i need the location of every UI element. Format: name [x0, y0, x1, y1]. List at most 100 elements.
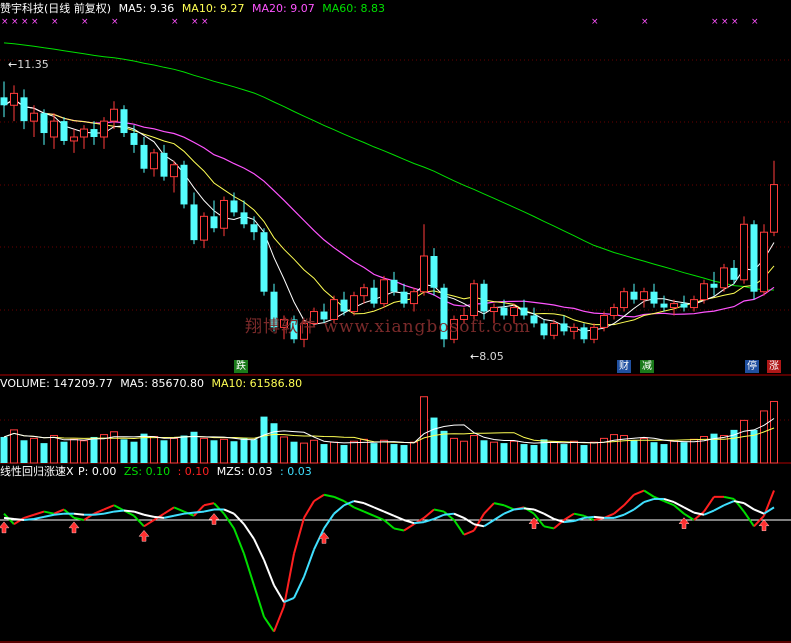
volume-bar-up — [570, 440, 578, 464]
ma60-value: MA60: 8.83 — [322, 2, 385, 15]
volume-bar-down — [210, 440, 218, 463]
volume-bar-down — [0, 436, 8, 463]
volume-bar-up — [760, 410, 768, 464]
volume-bar-down — [370, 443, 378, 463]
candle-body-up — [170, 164, 178, 178]
mzs-segment — [383, 510, 395, 517]
zs-segment — [213, 502, 225, 515]
zs-segment — [143, 519, 155, 528]
candle-body-down — [210, 216, 218, 229]
candle-body-down — [370, 287, 378, 304]
volume-ma10-path — [3, 427, 775, 444]
candle-body-up — [420, 255, 428, 293]
indicator-header: 线性回归涨速X P: 0.00 ZS: 0.10 : 0.10 MZS: 0.0… — [0, 465, 316, 479]
volume-bar-up — [30, 437, 38, 464]
mzs-segment — [453, 512, 465, 519]
volume-bar-down — [20, 440, 28, 463]
candle-body-down — [140, 144, 148, 169]
volume-bar-down — [680, 442, 688, 463]
zs-segment — [263, 616, 275, 633]
mzs-segment — [683, 506, 695, 514]
candle-body-up — [80, 128, 88, 138]
candle-body-down — [650, 291, 658, 304]
zs-segment — [473, 513, 485, 532]
mzs-segment — [323, 513, 335, 529]
candle-body-down — [560, 323, 568, 332]
mzs-segment — [493, 512, 505, 521]
ma5-value: MA5: 9.36 — [118, 2, 175, 15]
volume-bar-up — [150, 435, 158, 464]
pink-x-marker: × — [191, 17, 199, 27]
mzs-segment — [463, 517, 475, 526]
mzs-segment — [293, 576, 305, 599]
mzs-segment — [573, 516, 585, 523]
candle-body-up — [600, 315, 608, 328]
candle-body-up — [50, 120, 58, 138]
mzs-segment — [143, 513, 155, 518]
mzs-segment — [253, 538, 265, 561]
low-price-label: ←8.05 — [470, 350, 504, 363]
candle-body-up — [620, 291, 628, 309]
volume-bar-down — [560, 444, 568, 463]
mzs-segment — [123, 509, 135, 513]
mzs-segment — [183, 511, 195, 515]
volume-bar-down — [430, 417, 438, 463]
candle-body-down — [90, 129, 98, 137]
mzs-segment — [523, 507, 535, 511]
mzs-segment — [733, 500, 745, 505]
volume-bar-up — [510, 440, 518, 464]
ma20-path — [3, 98, 775, 318]
volume-bar-up — [80, 440, 88, 464]
candle-body-down — [230, 200, 238, 213]
mzs-segment — [33, 515, 45, 520]
mzs-segment — [3, 516, 15, 520]
zs-segment — [313, 493, 325, 502]
volume-bar-up — [220, 438, 228, 464]
mzs-segment — [413, 521, 425, 525]
candle-body-down — [400, 291, 408, 304]
low-price-value: 8.05 — [479, 350, 504, 363]
pink-x-marker: × — [201, 17, 209, 27]
ma5-line — [3, 98, 775, 332]
candle-body-up — [150, 152, 158, 170]
indicator-p: P: 0.00 — [78, 465, 117, 478]
mzs-segment — [723, 500, 735, 507]
candle-body-up — [720, 267, 728, 289]
candle-body-up — [770, 184, 778, 233]
volume-bar-up — [770, 400, 778, 464]
zs-segment — [253, 584, 265, 618]
mzs-segment — [133, 510, 145, 516]
pink-x-marker: × — [111, 17, 119, 27]
zs-segment — [683, 512, 695, 521]
volume-bar-up — [690, 438, 698, 464]
mzs-segment — [303, 549, 315, 578]
volume-bar-up — [470, 435, 478, 464]
volume-bar-up — [670, 440, 678, 464]
ma10-line — [3, 98, 775, 326]
indicator-zs: ZS: 0.10 — [123, 465, 171, 478]
mzs-segment — [623, 508, 635, 516]
volume-bar-down — [480, 440, 488, 463]
volume-bar-down — [530, 445, 538, 463]
ma10-path — [3, 98, 775, 326]
candle-body-up — [470, 283, 478, 316]
candle-body-down — [0, 97, 8, 106]
grid-lines — [0, 59, 791, 421]
mzs-segment — [433, 513, 445, 520]
mzs-segment — [753, 508, 765, 515]
volume-ma5: MA5: 85670.80 — [120, 377, 204, 390]
ma60-path — [3, 42, 775, 291]
mzs-segment — [243, 523, 255, 540]
volume-bar-up — [280, 436, 288, 464]
ma5-path — [3, 98, 775, 332]
mzs-segment — [543, 512, 555, 520]
mzs-segment — [473, 523, 485, 528]
volume-bar-down — [180, 435, 188, 463]
mzs-segment — [633, 501, 645, 511]
candle-body-up — [760, 231, 768, 293]
zs-segment — [33, 510, 45, 516]
pink-x-marker: × — [591, 17, 599, 27]
mzs-segment — [713, 504, 725, 512]
zs-segment — [223, 513, 235, 529]
zs-segment — [423, 508, 435, 519]
